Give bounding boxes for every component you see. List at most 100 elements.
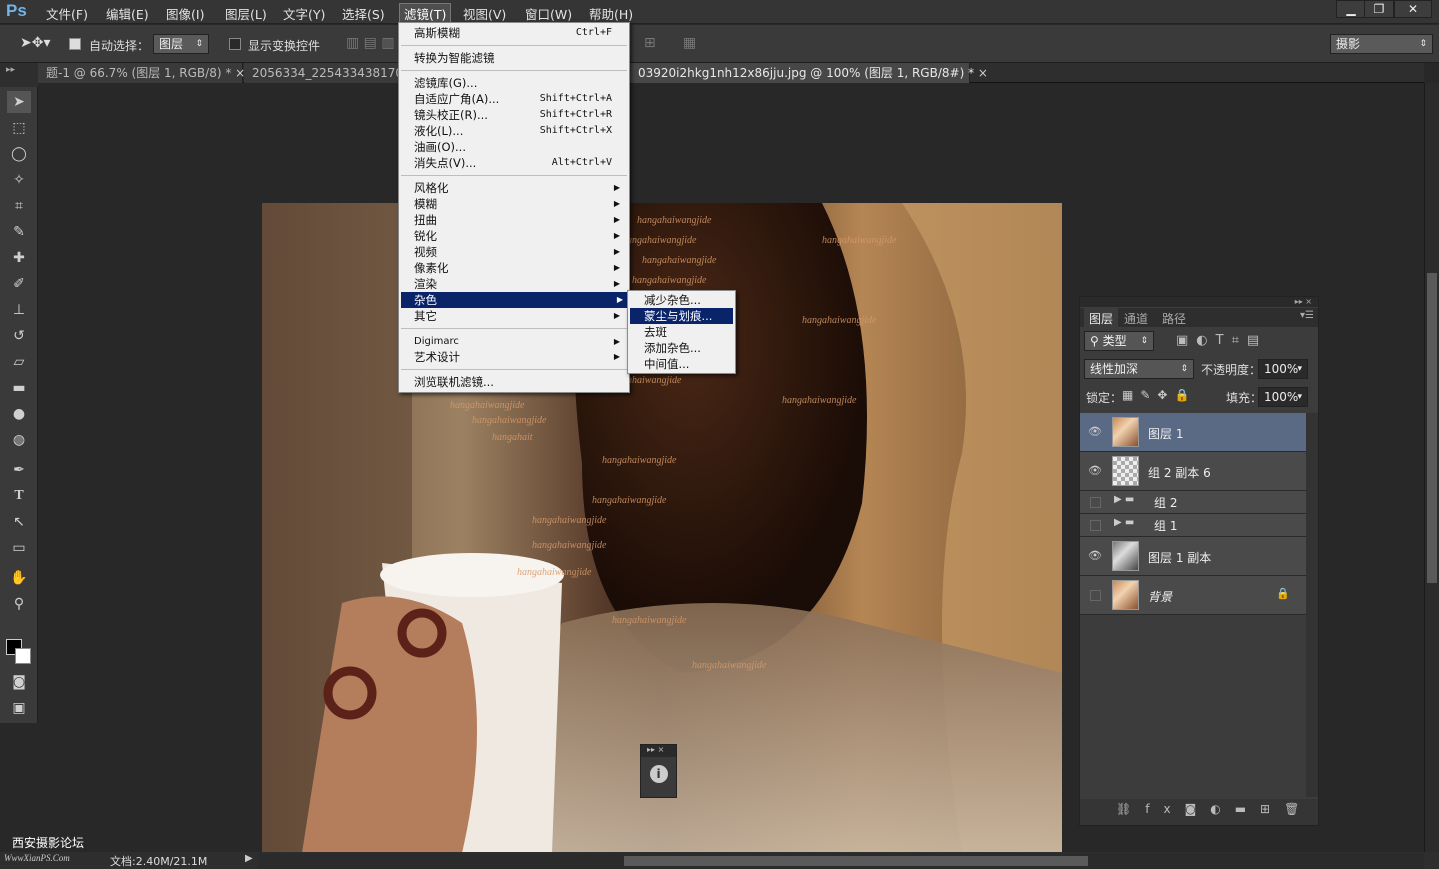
close-button[interactable]: ✕ <box>1394 0 1432 18</box>
zoom-tool-icon[interactable]: ⚲ <box>7 593 31 615</box>
workspace-dropdown[interactable]: 摄影 ⇕ <box>1330 34 1433 54</box>
quick-mask-icon[interactable]: ◙ <box>7 671 31 693</box>
submenu-item-median[interactable]: 中间值... <box>644 356 689 372</box>
distribute-icon[interactable]: ⊞ <box>644 35 656 51</box>
layer-row-selected[interactable]: 👁 图层 1 <box>1080 413 1306 452</box>
menu-item-adaptive-wide-angle[interactable]: 自适应广角(A)... Shift+Ctrl+A <box>414 91 624 107</box>
type-tool-icon[interactable]: T <box>7 485 31 507</box>
menu-item-browse-online[interactable]: 浏览联机滤镜... <box>414 374 624 390</box>
menu-item-pixelate[interactable]: 像素化 ▶ <box>414 260 624 276</box>
layer-name[interactable]: 图层 1 <box>1148 425 1183 442</box>
layer-name[interactable]: 组 2 副本 6 <box>1148 464 1211 481</box>
menu-item-vanishing-point[interactable]: 消失点(V)... Alt+Ctrl+V <box>414 155 624 171</box>
screen-mode-icon[interactable]: ▣ <box>7 697 31 719</box>
align-icons[interactable]: ▥ ▤ ▥ <box>346 35 395 51</box>
move-tool-icon[interactable]: ➤ <box>7 91 31 113</box>
menu-layer[interactable]: 图层(L) <box>225 4 267 23</box>
layer-name[interactable]: 组 1 <box>1154 517 1177 534</box>
blend-mode-dropdown[interactable]: 线性加深 ⇕ <box>1084 359 1194 379</box>
layer-name[interactable]: 图层 1 副本 <box>1148 549 1211 566</box>
menu-window[interactable]: 窗口(W) <box>525 4 572 23</box>
menu-select[interactable]: 选择(S) <box>342 4 385 23</box>
menu-item-sharpen[interactable]: 锐化 ▶ <box>414 228 624 244</box>
auto-select-dropdown[interactable]: 图层 ⇕ <box>153 34 209 54</box>
hand-tool-icon[interactable]: ✋ <box>7 567 31 589</box>
status-arrow-icon[interactable]: ▶ <box>245 853 253 864</box>
horizontal-scrollbar[interactable] <box>258 853 1424 869</box>
vertical-scroll-thumb[interactable] <box>1427 273 1437 583</box>
menu-item-digimarc[interactable]: Digimarc ▶ <box>414 334 624 350</box>
tab-layers[interactable]: 图层 <box>1084 308 1119 329</box>
layer-row-background[interactable]: 背景 🔒 <box>1080 576 1306 615</box>
lasso-tool-icon[interactable]: ◯ <box>7 143 31 165</box>
menu-item-filter-gallery[interactable]: 滤镜库(G)... <box>414 75 624 91</box>
menu-type[interactable]: 文字(Y) <box>283 4 325 23</box>
expand-arrow-icon[interactable]: ▶ ▬ <box>1114 517 1134 528</box>
history-brush-icon[interactable]: ↺ <box>7 325 31 347</box>
eyedropper-icon[interactable]: ✎ <box>7 221 31 243</box>
visibility-toggle-off[interactable] <box>1090 520 1101 531</box>
crop-tool-icon[interactable]: ⌗ <box>7 195 31 217</box>
shape-tool-icon[interactable]: ▭ <box>7 537 31 559</box>
visibility-toggle-off[interactable] <box>1090 497 1101 508</box>
vertical-scrollbar[interactable] <box>1424 83 1439 853</box>
opacity-input[interactable]: 100% ▾ <box>1258 359 1308 379</box>
adjustment-icon[interactable]: ◐ <box>1210 802 1234 816</box>
link-icon[interactable]: ⛓ <box>1116 802 1145 816</box>
restore-button[interactable]: ❐ <box>1364 0 1394 18</box>
layer-name[interactable]: 组 2 <box>1154 494 1177 511</box>
layer-filter-icons[interactable]: ▣◐T⌗▤ <box>1176 333 1267 348</box>
fx-icon[interactable]: fx <box>1145 802 1184 816</box>
menu-item-lens-correction[interactable]: 镜头校正(R)... Shift+Ctrl+R <box>414 107 624 123</box>
eraser-tool-icon[interactable]: ▱ <box>7 351 31 373</box>
path-select-icon[interactable]: ↖ <box>7 511 31 533</box>
menu-filter[interactable]: 滤镜(T) <box>399 3 452 24</box>
brush-tool-icon[interactable]: ✐ <box>7 273 31 295</box>
tab-doc-3-active[interactable]: 03920i2hkg1nh12x86jju.jpg @ 100% (图层 1, … <box>630 63 988 83</box>
layer-group-row[interactable]: ▶ ▬ 组 2 <box>1080 491 1306 514</box>
panel-header[interactable]: ▸▸ × <box>1080 297 1318 307</box>
healing-brush-icon[interactable]: ✚ <box>7 247 31 269</box>
menu-item-other[interactable]: 其它 ▶ <box>414 308 624 324</box>
menu-item-video[interactable]: 视频 ▶ <box>414 244 624 260</box>
menu-item-oil-paint[interactable]: 油画(O)... <box>414 139 624 155</box>
submenu-item-despeckle[interactable]: 去斑 <box>644 324 667 340</box>
menu-item-blur[interactable]: 模糊 ▶ <box>414 196 624 212</box>
stamp-tool-icon[interactable]: ⊥ <box>7 299 31 321</box>
panel-menu-icon[interactable]: ▾☰ <box>1300 310 1314 321</box>
menu-view[interactable]: 视图(V) <box>463 4 506 23</box>
horizontal-scroll-thumb[interactable] <box>624 856 1088 866</box>
menu-item-last-filter[interactable]: 高斯模糊 Ctrl+F <box>414 25 624 41</box>
menu-item-render[interactable]: 渲染 ▶ <box>414 276 624 292</box>
expand-arrow-icon[interactable]: ▶ ▬ <box>1114 494 1134 505</box>
submenu-item-reduce-noise[interactable]: 减少杂色... <box>644 292 701 308</box>
folder-icon[interactable]: ▬ <box>1235 802 1260 816</box>
layer-row[interactable]: 👁 组 2 副本 6 <box>1080 452 1306 491</box>
background-color-swatch[interactable] <box>15 648 31 664</box>
new-layer-icon[interactable]: ⊞ <box>1260 802 1284 816</box>
toolbar-collapse-icon[interactable]: ▸▸ <box>0 63 38 87</box>
menu-item-smart-filter[interactable]: 转换为智能滤镜 <box>414 50 624 66</box>
mini-panel-header[interactable]: ▸▸ × <box>641 745 676 757</box>
trash-icon[interactable]: 🗑 <box>1284 802 1313 816</box>
menu-image[interactable]: 图像(I) <box>166 4 204 23</box>
blur-tool-icon[interactable]: ● <box>7 403 31 425</box>
visibility-toggle-off[interactable] <box>1090 590 1101 601</box>
pen-tool-icon[interactable]: ✒ <box>7 459 31 481</box>
menu-item-liquify[interactable]: 液化(L)... Shift+Ctrl+X <box>414 123 624 139</box>
mask-icon[interactable]: ◙ <box>1185 802 1211 816</box>
menu-item-artistic[interactable]: 艺术设计 ▶ <box>414 349 624 365</box>
visibility-eye-icon[interactable]: 👁 <box>1088 549 1102 562</box>
move-tool-icon[interactable]: ➤✥▾ <box>20 35 51 51</box>
menu-item-stylize[interactable]: 风格化 ▶ <box>414 180 624 196</box>
auto-select-checkbox[interactable] <box>69 38 81 50</box>
layer-kind-filter[interactable]: ⚲ 类型 ⇕ <box>1084 331 1154 351</box>
submenu-item-add-noise[interactable]: 添加杂色... <box>644 340 701 356</box>
fill-input[interactable]: 100% ▾ <box>1258 387 1308 407</box>
layers-scrollbar[interactable] <box>1306 413 1318 797</box>
submenu-item-dust-scratches[interactable]: 蒙尘与划痕... <box>630 308 733 324</box>
visibility-eye-icon[interactable]: 👁 <box>1088 464 1102 477</box>
marquee-tool-icon[interactable]: ⬚ <box>7 117 31 139</box>
menu-edit[interactable]: 编辑(E) <box>106 4 149 23</box>
menu-item-noise-highlighted[interactable]: 杂色 ▶ <box>401 292 627 308</box>
